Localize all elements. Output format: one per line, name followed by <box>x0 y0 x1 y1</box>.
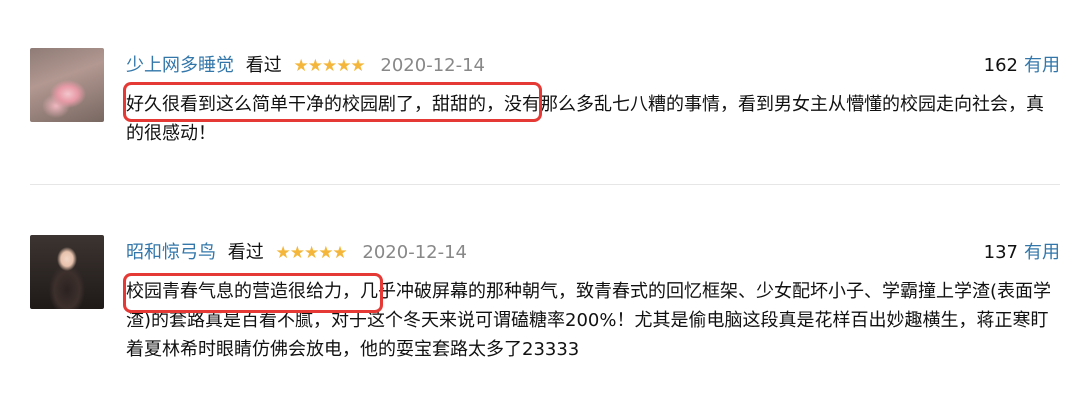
comment-date: 2020-12-14 <box>380 55 486 76</box>
comment-header: 昭和惊弓鸟 看过 ★★★★★ 2020-12-14 137 有用 <box>126 240 1060 266</box>
useful-votes: 137 有用 <box>984 240 1060 266</box>
comment-header: 少上网多睡觉 看过 ★★★★★ 2020-12-14 162 有用 <box>126 53 1060 79</box>
comment-divider <box>30 184 1060 185</box>
username-link[interactable]: 少上网多睡觉 <box>126 55 234 76</box>
vote-count: 137 <box>983 242 1018 263</box>
useful-button[interactable]: 有用 <box>1024 242 1060 263</box>
comment-date: 2020-12-14 <box>362 242 468 263</box>
watch-status: 看过 <box>227 242 264 263</box>
rating-stars: ★★★★★ <box>293 56 365 76</box>
vote-count: 162 <box>983 55 1018 76</box>
watch-status: 看过 <box>245 55 282 76</box>
username-link[interactable]: 昭和惊弓鸟 <box>126 242 216 263</box>
useful-button[interactable]: 有用 <box>1024 55 1060 76</box>
user-avatar[interactable] <box>30 235 104 309</box>
user-avatar[interactable] <box>30 48 104 122</box>
highlight-box <box>123 82 542 122</box>
rating-stars: ★★★★★ <box>275 243 347 263</box>
highlight-box <box>123 273 383 313</box>
useful-votes: 162 有用 <box>984 53 1060 79</box>
